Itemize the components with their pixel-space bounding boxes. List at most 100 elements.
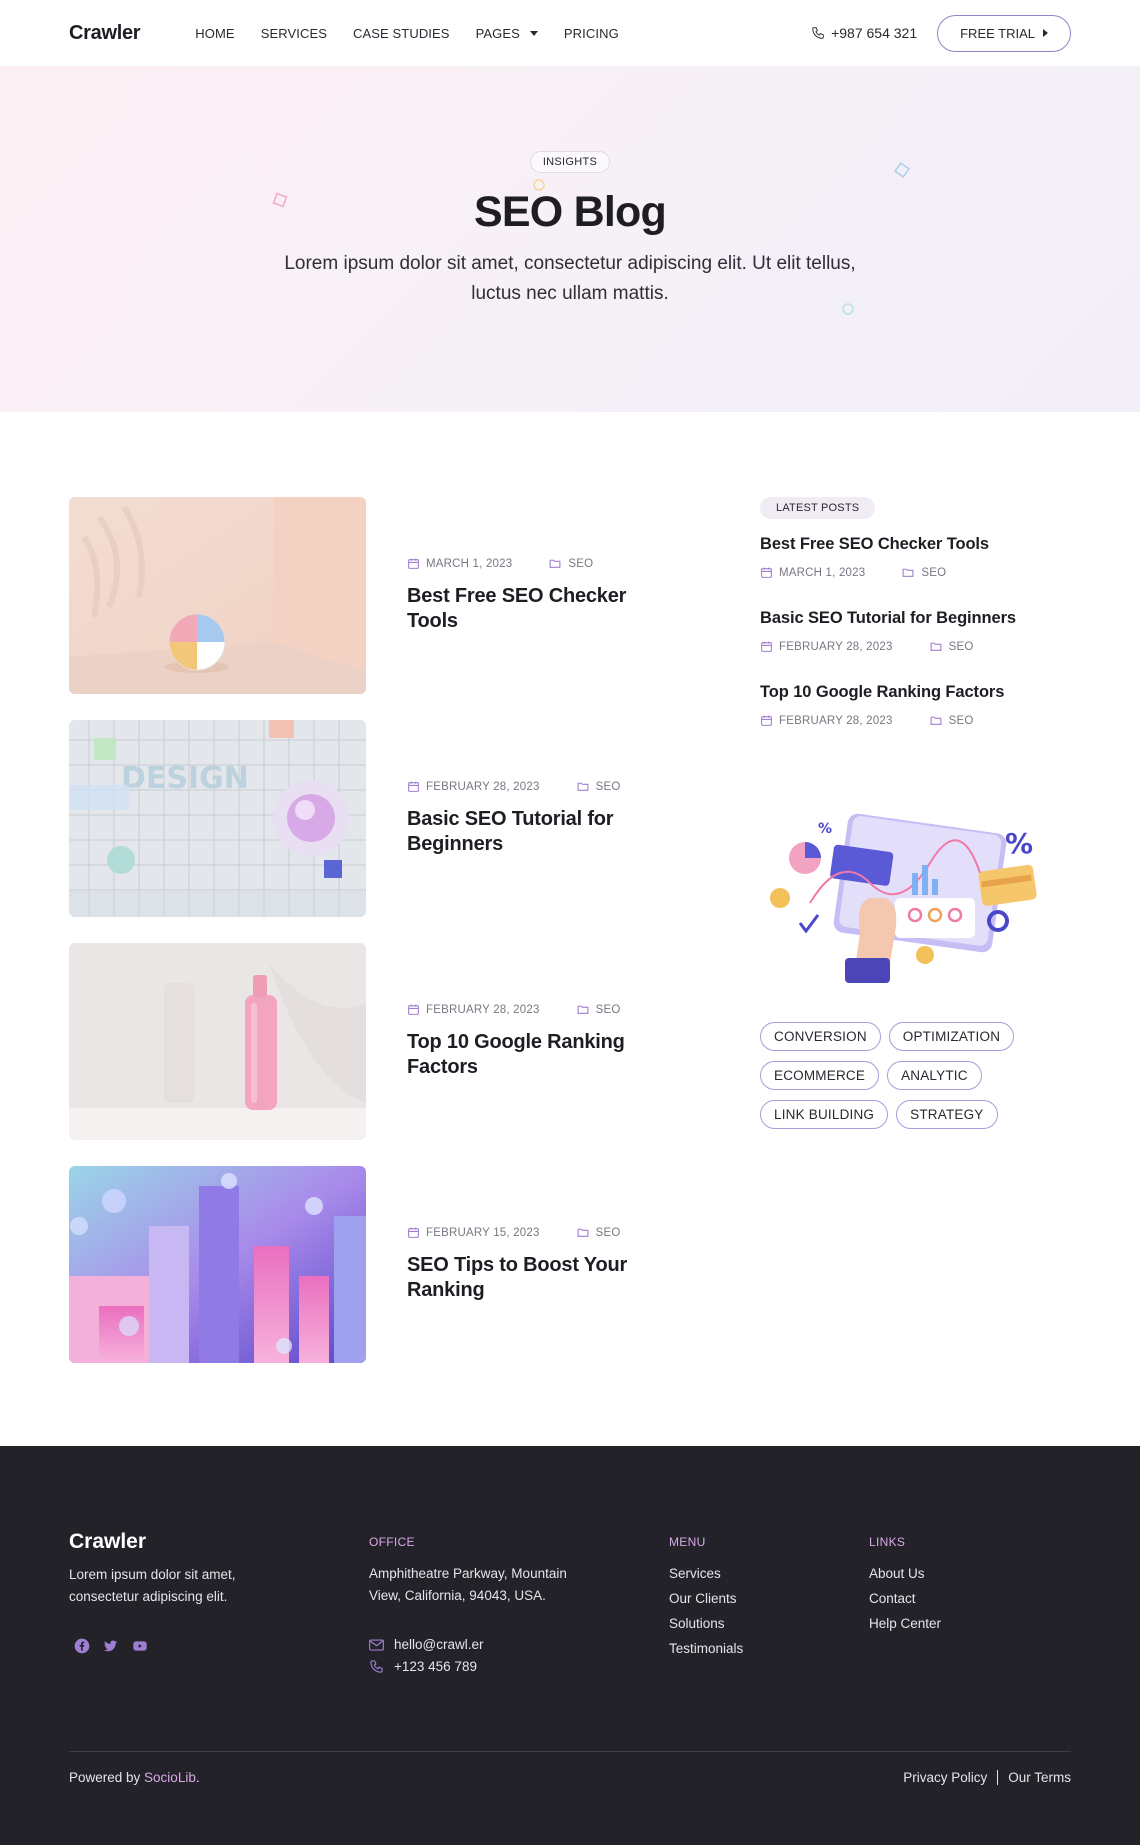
folder-icon (577, 1228, 588, 1237)
latest-post-title[interactable]: Basic SEO Tutorial for Beginners (760, 609, 1060, 628)
footer-link-contact[interactable]: Contact (869, 1586, 941, 1611)
latest-post-item: Best Free SEO Checker Tools MARCH 1, 202… (760, 535, 1060, 579)
facebook-icon[interactable] (74, 1638, 90, 1659)
tag-strategy[interactable]: STRATEGY (896, 1100, 998, 1129)
latest-post-category[interactable]: SEO (949, 641, 974, 653)
tag-analytic[interactable]: ANALYTIC (887, 1061, 982, 1090)
twitter-icon[interactable] (102, 1638, 119, 1659)
post-category[interactable]: SEO (596, 781, 621, 793)
footer-columns: Crawler Lorem ipsum dolor sit amet, cons… (69, 1530, 1071, 1674)
post-meta: FEBRUARY 15, 2023 SEO (407, 1226, 647, 1239)
post-meta: FEBRUARY 28, 2023 SEO (407, 780, 647, 793)
post-category[interactable]: SEO (596, 1227, 621, 1239)
latest-post-date: FEBRUARY 28, 2023 (779, 714, 893, 727)
tag-cloud: CONVERSION OPTIMIZATION ECOMMERCE ANALYT… (760, 1022, 1060, 1129)
tag-conversion[interactable]: CONVERSION (760, 1022, 881, 1051)
footer-email[interactable]: hello@crawl.er (369, 1637, 669, 1652)
free-trial-button[interactable]: FREE TRIAL (937, 14, 1071, 52)
footer-link-services[interactable]: Services (669, 1561, 869, 1586)
post-title[interactable]: Basic SEO Tutorial for Beginners (407, 807, 647, 857)
latest-post-title[interactable]: Best Free SEO Checker Tools (760, 535, 1060, 554)
footer-bottom-bar: Powered by SocioLib. Privacy Policy Our … (69, 1751, 1071, 1785)
play-arrow-icon (1043, 29, 1048, 37)
legal-links: Privacy Policy Our Terms (903, 1770, 1071, 1785)
deco-square-pink (272, 192, 288, 208)
post-date: FEBRUARY 15, 2023 (426, 1226, 540, 1239)
deco-circle-yellow (533, 179, 545, 191)
post-category[interactable]: SEO (596, 1004, 621, 1016)
main-nav: HOME SERVICES CASE STUDIES PAGES PRICING (195, 26, 619, 41)
hero-badge: INSIGHTS (529, 151, 611, 173)
post-date: FEBRUARY 28, 2023 (426, 1003, 540, 1016)
privacy-policy-link[interactable]: Privacy Policy (903, 1770, 987, 1785)
folder-icon (577, 782, 588, 791)
post-thumbnail-design-grid[interactable]: DESIGN (69, 720, 366, 917)
social-links (74, 1638, 369, 1659)
post-list: MARCH 1, 2023 SEO Best Free SEO Checker … (69, 497, 649, 1363)
post-title[interactable]: Best Free SEO Checker Tools (407, 584, 647, 634)
nav-pages[interactable]: PAGES (476, 26, 538, 41)
footer-links-list: About Us Contact Help Center (869, 1561, 941, 1636)
nav-case-studies[interactable]: CASE STUDIES (353, 26, 450, 41)
latest-post-category[interactable]: SEO (949, 715, 974, 727)
powered-by-brand-link[interactable]: SocioLib (144, 1770, 196, 1785)
latest-posts-badge: LATEST POSTS (760, 497, 876, 519)
footer-phone[interactable]: +123 456 789 (369, 1659, 669, 1674)
free-trial-label: FREE TRIAL (960, 25, 1035, 41)
post-meta: MARCH 1, 2023 SEO (407, 557, 647, 570)
footer-menu: MENU Services Our Clients Solutions Test… (669, 1530, 869, 1674)
latest-post-category[interactable]: SEO (921, 567, 946, 579)
footer-link-solutions[interactable]: Solutions (669, 1611, 869, 1636)
our-terms-link[interactable]: Our Terms (1008, 1770, 1071, 1785)
page-title: SEO Blog (474, 188, 667, 236)
post-title[interactable]: SEO Tips to Boost Your Ranking (407, 1253, 647, 1303)
footer-description: Lorem ipsum dolor sit amet, consectetur … (69, 1567, 236, 1604)
svg-text:%: % (1005, 827, 1033, 860)
post-card: FEBRUARY 28, 2023 SEO Top 10 Google Rank… (69, 943, 649, 1140)
header-phone[interactable]: +987 654 321 (811, 25, 917, 41)
footer-link-about-us[interactable]: About Us (869, 1561, 941, 1586)
tag-optimization[interactable]: OPTIMIZATION (888, 1022, 1015, 1051)
post-body: FEBRUARY 28, 2023 SEO Top 10 Google Rank… (407, 1003, 647, 1080)
footer-link-testimonials[interactable]: Testimonials (669, 1636, 869, 1661)
latest-post-meta: FEBRUARY 28, 2023 SEO (760, 640, 1060, 653)
seo-analytics-illustration: % % (770, 813, 1037, 983)
chevron-down-icon (529, 30, 538, 36)
site-logo[interactable]: Crawler (69, 22, 141, 45)
nav-services[interactable]: SERVICES (261, 26, 327, 41)
post-thumbnail-beach-ball[interactable] (69, 497, 366, 694)
calendar-icon (408, 558, 419, 569)
footer-link-our-clients[interactable]: Our Clients (669, 1586, 869, 1611)
svg-text:DESIGN: DESIGN (121, 761, 249, 796)
nav-home[interactable]: HOME (195, 26, 234, 41)
tag-link-building[interactable]: LINK BUILDING (760, 1100, 889, 1129)
tag-ecommerce[interactable]: ECOMMERCE (760, 1061, 880, 1090)
post-date: MARCH 1, 2023 (426, 557, 513, 570)
footer-link-help-center[interactable]: Help Center (869, 1611, 941, 1636)
post-thumbnail-pink-bottle[interactable] (69, 943, 366, 1140)
nav-pricing[interactable]: PRICING (564, 26, 619, 41)
calendar-icon (761, 567, 772, 578)
calendar-icon (408, 1227, 419, 1238)
latest-post-title[interactable]: Top 10 Google Ranking Factors (760, 683, 1060, 702)
hero-section: INSIGHTS SEO Blog Lorem ipsum dolor sit … (0, 66, 1140, 412)
latest-post-date: FEBRUARY 28, 2023 (779, 640, 893, 653)
footer-links-heading: LINKS (869, 1535, 906, 1549)
post-card: MARCH 1, 2023 SEO Best Free SEO Checker … (69, 497, 649, 694)
header-actions: +987 654 321 FREE TRIAL (811, 14, 1071, 52)
post-card: FEBRUARY 15, 2023 SEO SEO Tips to Boost … (69, 1166, 649, 1363)
post-title[interactable]: Top 10 Google Ranking Factors (407, 1030, 647, 1080)
calendar-icon (408, 781, 419, 792)
post-thumbnail-3d-bars[interactable] (69, 1166, 366, 1363)
phone-icon (812, 27, 824, 39)
hero-subtitle: Lorem ipsum dolor sit amet, consectetur … (284, 253, 856, 304)
latest-post-meta: MARCH 1, 2023 SEO (760, 566, 1060, 579)
post-category[interactable]: SEO (568, 558, 593, 570)
legal-divider (997, 1770, 999, 1785)
footer-logo[interactable]: Crawler (69, 1530, 146, 1553)
calendar-icon (408, 1004, 419, 1015)
folder-icon (549, 559, 561, 568)
site-footer: Crawler Lorem ipsum dolor sit amet, cons… (0, 1446, 1140, 1845)
youtube-icon[interactable] (131, 1638, 149, 1659)
folder-icon (930, 642, 941, 651)
